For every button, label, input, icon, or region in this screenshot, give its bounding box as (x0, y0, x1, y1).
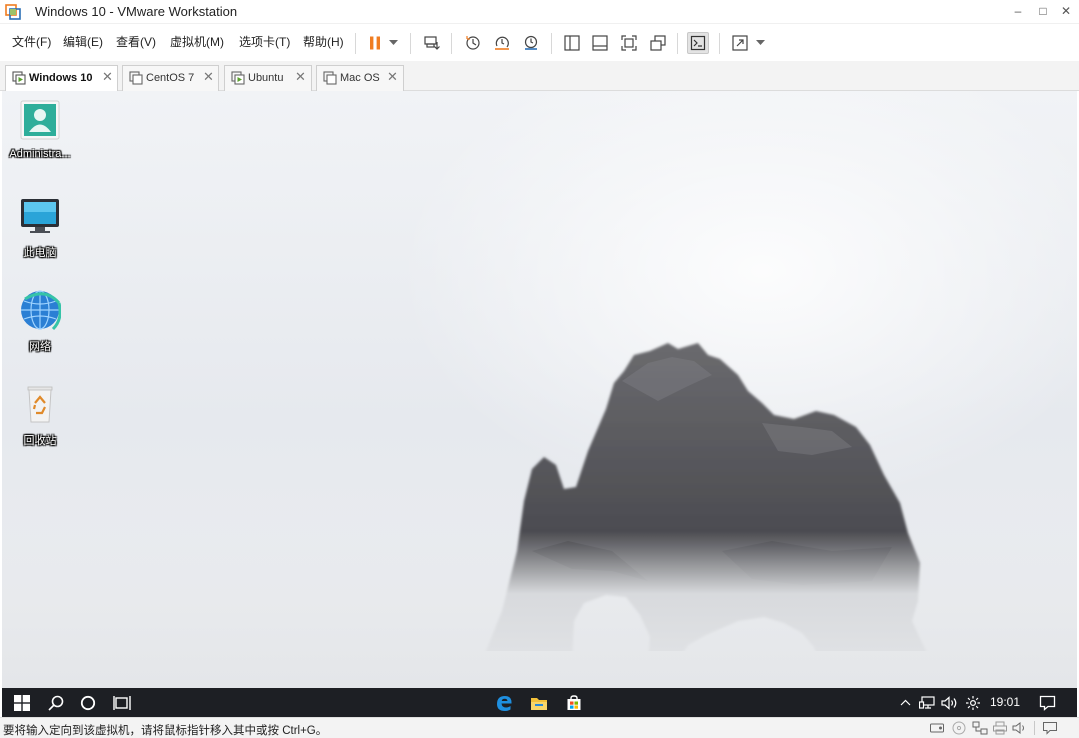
tab-close-icon[interactable]: ✕ (295, 69, 306, 85)
cd-dvd-icon[interactable] (951, 721, 967, 735)
volume-icon[interactable] (938, 688, 960, 717)
menu-tabs[interactable]: 选项卡(T) (239, 31, 290, 53)
snapshot-manager-icon[interactable] (520, 32, 542, 54)
input-method-icon[interactable] (962, 688, 984, 717)
printer-icon[interactable] (992, 721, 1008, 735)
toolbar-separator (355, 33, 356, 54)
sound-icon[interactable] (1012, 721, 1028, 735)
stretch-guest-icon[interactable] (729, 32, 751, 54)
network-tray-icon[interactable] (916, 688, 938, 717)
dropdown-arrow-icon[interactable] (386, 32, 400, 54)
vm-tab-icon (231, 71, 245, 85)
taskbar-clock[interactable]: 19:01 (990, 695, 1020, 709)
close-button[interactable]: ✕ (1053, 0, 1079, 24)
menu-toolbar: 文件(F) 编辑(E) 查看(V) 虚拟机(M) 选项卡(T) 帮助(H) (0, 24, 1079, 61)
cortana-icon[interactable] (72, 688, 104, 717)
task-view-icon[interactable] (106, 688, 138, 717)
snapshot-take-icon[interactable] (462, 32, 484, 54)
vm-tab-icon (12, 71, 26, 85)
unity-icon[interactable] (647, 32, 669, 54)
tab-mac-os[interactable]: Mac OS ✕ (316, 65, 404, 91)
desktop-icon-label: 回收站 (23, 435, 57, 447)
send-ctrl-alt-del-icon[interactable] (421, 32, 443, 54)
network-adapter-icon[interactable] (972, 721, 988, 735)
tab-centos-7[interactable]: CentOS 7 ✕ (122, 65, 219, 91)
menu-vm[interactable]: 虚拟机(M) (170, 31, 224, 53)
hard-disk-icon[interactable] (929, 721, 945, 735)
desktop-icon-recycle-bin[interactable]: 回收站 (2, 383, 78, 448)
desktop-icon-network[interactable]: 网络 (2, 289, 78, 354)
tab-close-icon[interactable]: ✕ (102, 69, 113, 85)
status-message: 要将输入定向到该虚拟机，请将鼠标指针移入其中或按 Ctrl+G。 (3, 725, 328, 737)
library-view-icon[interactable] (561, 32, 583, 54)
tab-close-icon[interactable]: ✕ (203, 69, 214, 85)
toolbar-separator (410, 33, 411, 54)
recycle-bin-icon (27, 386, 53, 423)
vm-tab-icon (129, 71, 143, 85)
toolbar-separator (677, 33, 678, 54)
windows-start-icon[interactable] (6, 688, 38, 717)
menu-view[interactable]: 查看(V) (116, 31, 156, 53)
toolbar-separator (451, 33, 452, 54)
toolbar-separator (719, 33, 720, 54)
user-folder-icon (20, 100, 60, 140)
tab-close-icon[interactable]: ✕ (387, 69, 398, 85)
vm-tab-icon (323, 71, 337, 85)
tray-overflow-icon[interactable] (895, 688, 915, 717)
vm-tab-bar: Windows 10 ✕ CentOS 7 ✕ Ubuntu ✕ Mac OS … (0, 61, 1079, 91)
desktop-icon-label: 网络 (29, 341, 51, 353)
tab-label: Windows 10 (29, 72, 93, 84)
status-separator (1034, 721, 1035, 735)
desktop-icon-label: Administra... (9, 148, 71, 160)
window-title: Windows 10 - VMware Workstation (35, 4, 238, 19)
full-screen-icon[interactable] (618, 32, 640, 54)
store-icon[interactable] (558, 688, 590, 717)
thumbnail-bar-icon[interactable] (589, 32, 611, 54)
vmware-app-icon (5, 4, 21, 20)
menu-file[interactable]: 文件(F) (12, 31, 51, 53)
message-log-icon[interactable] (1042, 721, 1058, 735)
wallpaper-fog (2, 531, 1077, 688)
minimize-button[interactable]: – (1005, 0, 1031, 24)
tab-ubuntu[interactable]: Ubuntu ✕ (224, 65, 312, 91)
action-center-icon[interactable] (1031, 688, 1063, 717)
pause-icon[interactable] (364, 32, 386, 54)
title-bar: Windows 10 - VMware Workstation – □ ✕ (0, 0, 1079, 24)
toolbar-separator (551, 33, 552, 54)
tab-label: Ubuntu (248, 72, 284, 84)
snapshot-revert-icon[interactable] (491, 32, 513, 54)
desktop-icon-this-pc[interactable]: 此电脑 (2, 195, 78, 260)
menu-edit[interactable]: 编辑(E) (63, 31, 103, 53)
tab-label: Mac OS (340, 72, 380, 84)
guest-desktop[interactable]: Administra... 此电脑 网络 回收站 (2, 91, 1077, 688)
edge-icon[interactable] (488, 688, 520, 717)
console-view-icon[interactable] (687, 32, 709, 54)
guest-taskbar: 19:01 (2, 688, 1077, 717)
desktop-icon-label: 此电脑 (23, 247, 57, 259)
dropdown-arrow-icon[interactable] (753, 32, 767, 54)
file-explorer-icon[interactable] (523, 688, 555, 717)
this-pc-icon (21, 199, 59, 233)
desktop-icon-administrator[interactable]: Administra... (2, 99, 78, 160)
status-bar: 要将输入定向到该虚拟机，请将鼠标指针移入其中或按 Ctrl+G。 (0, 717, 1079, 738)
menu-help[interactable]: 帮助(H) (303, 31, 344, 53)
network-icon (21, 290, 62, 331)
tab-windows-10[interactable]: Windows 10 ✕ (5, 65, 118, 91)
search-icon[interactable] (40, 688, 72, 717)
tab-label: CentOS 7 (146, 72, 195, 84)
